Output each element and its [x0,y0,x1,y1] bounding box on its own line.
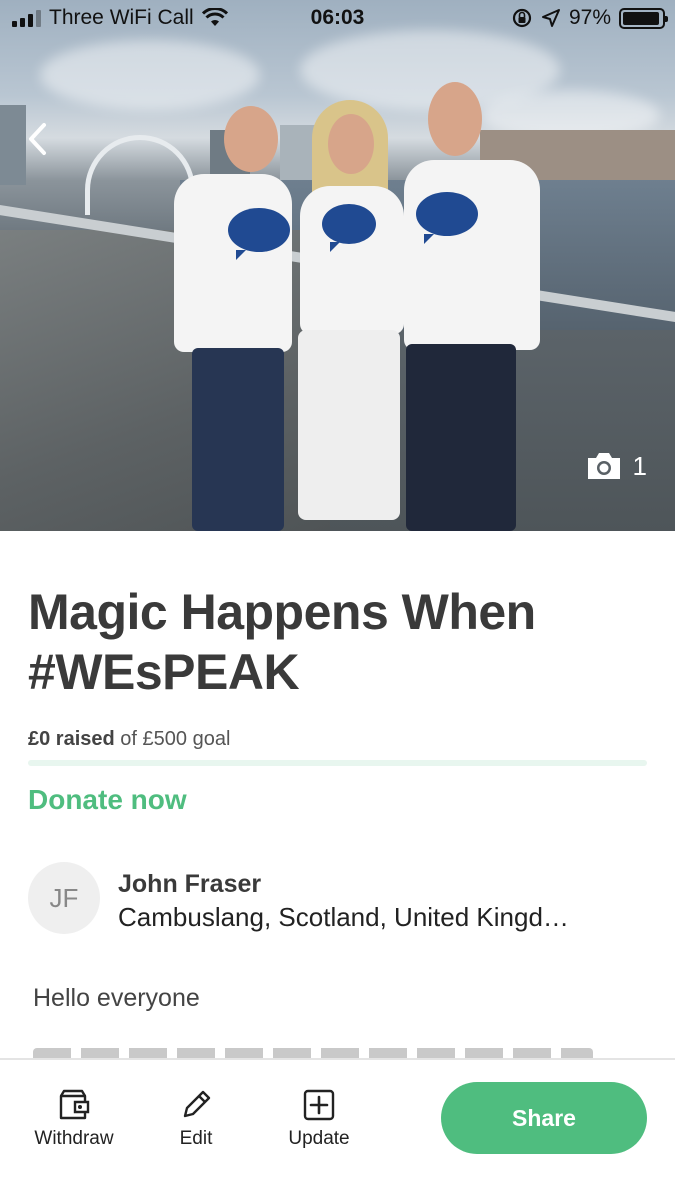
organizer-card[interactable]: JF John Fraser Cambuslang, Scotland, Uni… [28,862,648,936]
withdraw-label: Withdraw [34,1128,114,1149]
wallet-icon [59,1089,90,1120]
raised-summary: £0 raised of £500 goal [28,728,230,751]
campaign-photo[interactable] [0,0,675,531]
goal-text: of £500 goal [120,728,231,750]
edit-tab[interactable]: Edit [141,1088,251,1150]
building [0,105,26,185]
raised-amount: £0 raised [28,728,115,750]
share-button[interactable]: Share [441,1082,647,1154]
story-text: Hello everyone [33,984,200,1012]
orientation-lock-icon [512,8,532,28]
add-square-icon [303,1089,335,1121]
back-chevron-icon[interactable] [26,122,48,156]
person-left [168,100,298,531]
location-arrow-icon [541,9,560,27]
donate-now-link[interactable]: Donate now [28,784,187,816]
update-tab[interactable]: Update [264,1088,374,1150]
person-middle [288,100,414,531]
organizer-name: John Fraser [118,870,262,898]
photo-count: 1 [632,450,647,481]
pencil-icon [183,1090,211,1118]
organizer-location: Cambuslang, Scotland, United Kingd… [118,902,569,932]
person-right [400,82,550,531]
edit-label: Edit [179,1128,213,1149]
avatar: JF [28,862,100,934]
campaign-title: Magic Happens When #WEsPEAK [28,584,536,700]
fundraising-progress-bar [28,760,647,766]
status-bar: Three WiFi Call 06:03 97% [0,0,675,38]
battery-percent: 97% [568,6,611,29]
battery-icon [619,7,668,29]
camera-icon [587,453,620,479]
status-right: 97% [511,6,668,30]
update-label: Update [288,1128,350,1149]
photo-count-indicator[interactable]: 1 [585,450,647,482]
bottom-action-bar: Withdraw Edit Update Share [0,1058,675,1200]
withdraw-tab[interactable]: Withdraw [19,1088,129,1150]
